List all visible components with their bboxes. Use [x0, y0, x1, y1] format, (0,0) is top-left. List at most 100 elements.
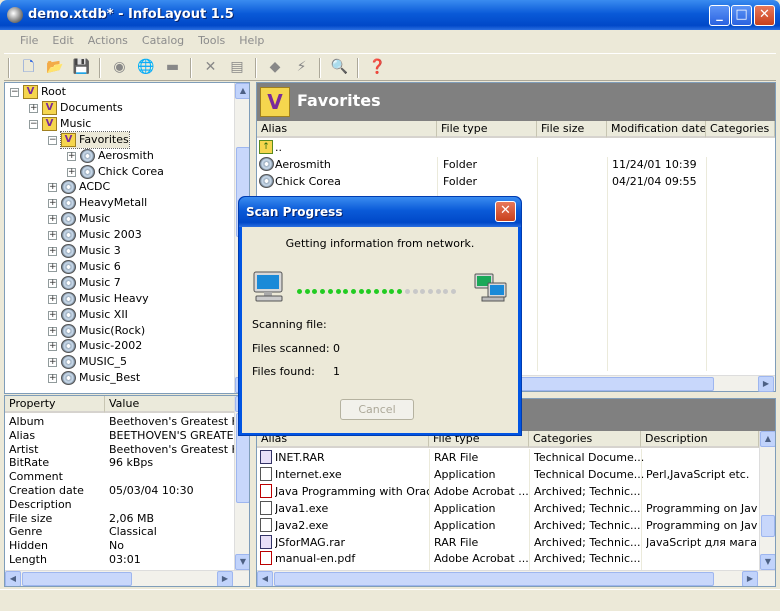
new-icon[interactable]: 🗋 [18, 56, 40, 78]
menu-edit[interactable]: Edit [45, 30, 80, 51]
scroll-right-icon[interactable]: ▶ [758, 376, 774, 392]
file-row[interactable]: Java2.exe Application Archived; Technic...… [257, 517, 759, 534]
header-value[interactable]: Value [105, 396, 235, 413]
menu-catalog[interactable]: Catalog [135, 30, 191, 51]
scroll-right-icon[interactable]: ▶ [217, 571, 233, 586]
col-alias[interactable]: Alias [257, 121, 437, 138]
menu-tools[interactable]: Tools [191, 30, 232, 51]
property-row[interactable]: Hidden No [5, 539, 235, 553]
tree-item-label[interactable]: V Music [42, 116, 91, 132]
menu-actions[interactable]: Actions [81, 30, 135, 51]
expand-icon[interactable]: + [48, 342, 57, 352]
expand-icon[interactable]: + [67, 151, 76, 161]
help-icon[interactable]: ❓ [367, 56, 389, 78]
scroll-thumb[interactable] [274, 572, 714, 586]
files-hscrollbar[interactable]: ◀ ▶ [257, 570, 775, 586]
props-hscrollbar[interactable]: ◀ ▶ [5, 570, 249, 586]
minimize-button[interactable]: _ [709, 5, 730, 26]
expand-icon[interactable]: + [48, 247, 57, 256]
file-row[interactable]: Java Programming with Oracl... Adobe Acro… [257, 483, 759, 500]
tree-item-label[interactable]: Music 6 [61, 259, 121, 275]
property-row[interactable]: Album Beethoven's Greatest Hits [5, 415, 235, 429]
expand-icon[interactable]: + [48, 215, 57, 225]
scan-icon[interactable]: ◉ [109, 56, 131, 78]
tree-item-label[interactable]: Music 2003 [61, 227, 142, 243]
expand-icon[interactable]: + [29, 103, 38, 113]
expand-icon[interactable]: + [67, 167, 76, 177]
property-row[interactable]: Artist Beethoven's Greatest Hits [5, 443, 235, 457]
property-row[interactable]: Length 03:01 [5, 553, 235, 567]
col-description[interactable]: Description [641, 431, 759, 448]
scroll-right-icon[interactable]: ▶ [742, 571, 758, 586]
cancel-button[interactable]: Cancel [340, 399, 414, 420]
collapse-icon[interactable]: − [29, 119, 38, 129]
property-row[interactable]: File size 2,06 MB [5, 512, 235, 526]
property-row[interactable]: BitRate 96 kBps [5, 456, 235, 470]
property-row[interactable]: Genre Classical [5, 525, 235, 539]
col-categories[interactable]: Categories [529, 431, 641, 448]
expand-icon[interactable]: + [48, 199, 57, 209]
scroll-thumb[interactable] [761, 515, 775, 537]
scroll-left-icon[interactable]: ◀ [5, 571, 21, 586]
tree-item-label[interactable]: Music XII [61, 307, 128, 323]
scroll-up-icon[interactable]: ▲ [760, 431, 775, 447]
tree-item-label[interactable]: ACDC [61, 179, 110, 195]
close-button[interactable]: ✕ [754, 5, 775, 26]
favorites-row[interactable]: Aerosmith Folder 11/24/01 10:39 [257, 156, 775, 173]
expand-icon[interactable]: + [48, 326, 57, 336]
col-file-type[interactable]: File type [437, 121, 537, 138]
tree-item-label[interactable]: Music 7 [61, 275, 121, 291]
scroll-up-icon[interactable]: ▲ [235, 83, 249, 99]
expand-icon[interactable]: + [48, 231, 57, 241]
tree-item-label[interactable]: Music(Rock) [61, 323, 145, 339]
flash-icon[interactable]: ⚡ [291, 56, 313, 78]
tree-item-label[interactable]: Music 3 [61, 243, 121, 259]
tree-item-label[interactable]: Music Heavy [61, 291, 149, 307]
tree-item-label[interactable]: HeavyMetall [61, 195, 147, 211]
property-row[interactable]: Comment [5, 470, 235, 484]
file-row[interactable]: Java1.exe Application Archived; Technic...… [257, 500, 759, 517]
file-row[interactable]: Internet.exe Application Technical Docume.… [257, 466, 759, 483]
tree-item-label[interactable]: V Documents [42, 100, 123, 116]
col-file-size[interactable]: File size [537, 121, 607, 138]
tree-item-label[interactable]: Music_Best [61, 370, 140, 386]
scroll-left-icon[interactable]: ◀ [257, 571, 273, 586]
expand-icon[interactable]: + [48, 183, 57, 193]
tree-item-label[interactable]: Aerosmith [80, 148, 154, 164]
dialog-close-button[interactable]: ✕ [495, 201, 516, 222]
collapse-icon[interactable]: − [10, 88, 19, 97]
expand-icon[interactable]: + [48, 374, 57, 384]
scroll-down-icon[interactable]: ▼ [235, 554, 249, 570]
tag-icon[interactable]: ◆ [264, 56, 286, 78]
expand-icon[interactable]: + [48, 310, 57, 320]
maximize-button[interactable]: □ [731, 5, 752, 26]
tree-item-label[interactable]: Music [61, 211, 110, 227]
save-icon[interactable]: 💾 [71, 56, 93, 78]
expand-icon[interactable]: + [48, 294, 57, 304]
find-icon[interactable]: 🔍 [329, 56, 351, 78]
col-categories[interactable]: Categories [706, 121, 775, 138]
expand-icon[interactable]: + [48, 262, 57, 272]
tree-item-label[interactable]: MUSIC_5 [61, 354, 127, 370]
favorites-row[interactable]: Chick Corea Folder 04/21/04 09:55 [257, 173, 775, 190]
property-row[interactable]: Description [5, 498, 235, 512]
tree-item-label[interactable]: Chick Corea [80, 164, 164, 180]
properties-icon[interactable]: ▤ [226, 56, 248, 78]
file-row[interactable]: JSforMAG.rar RAR File Archived; Technic...… [257, 534, 759, 551]
file-row[interactable]: INET.RAR RAR File Technical Docume... [257, 449, 759, 466]
menu-help[interactable]: Help [232, 30, 271, 51]
scroll-thumb[interactable] [22, 572, 132, 586]
property-row[interactable]: Creation date 05/03/04 10:30 [5, 484, 235, 498]
tree-item-label[interactable]: Music-2002 [61, 338, 142, 354]
header-property[interactable]: Property [5, 396, 105, 413]
open-icon[interactable]: 📂 [44, 56, 66, 78]
property-row[interactable]: Alias BEETHOVEN'S GREATEST I [5, 429, 235, 443]
menu-file[interactable]: File [13, 30, 45, 51]
expand-icon[interactable]: + [48, 278, 57, 288]
scroll-down-icon[interactable]: ▼ [760, 554, 775, 570]
folder-icon[interactable]: ▬ [162, 56, 184, 78]
expand-icon[interactable]: + [48, 358, 57, 368]
delete-icon[interactable]: ✕ [200, 56, 222, 78]
collapse-icon[interactable]: − [48, 135, 57, 145]
col-modification-date[interactable]: Modification date [607, 121, 706, 138]
